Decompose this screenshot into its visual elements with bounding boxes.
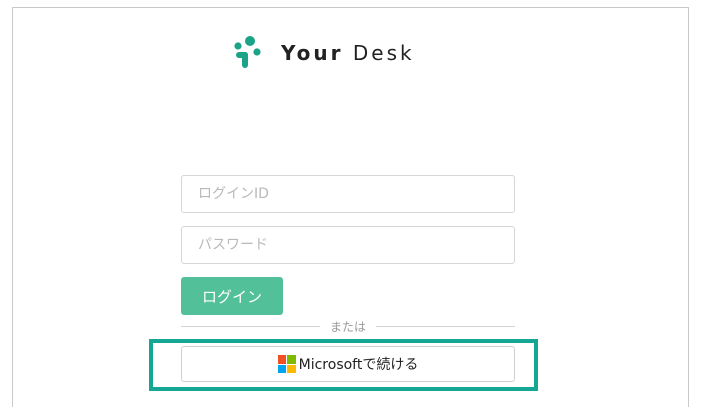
logo-text: Your Desk [281,41,415,65]
divider-text: または [330,319,367,334]
password-input[interactable] [181,226,515,264]
divider-line-left [181,325,320,327]
divider-line-right [376,325,516,327]
logo-text-your: Your [281,41,344,65]
or-divider: または [181,317,516,335]
login-id-input[interactable] [181,175,515,213]
yourdesk-logo-icon [234,36,261,68]
logo-text-desk: Desk [352,41,415,65]
app-logo: Your Desk [233,36,415,70]
login-button[interactable]: ログイン [181,277,283,315]
highlight-box [149,339,538,391]
